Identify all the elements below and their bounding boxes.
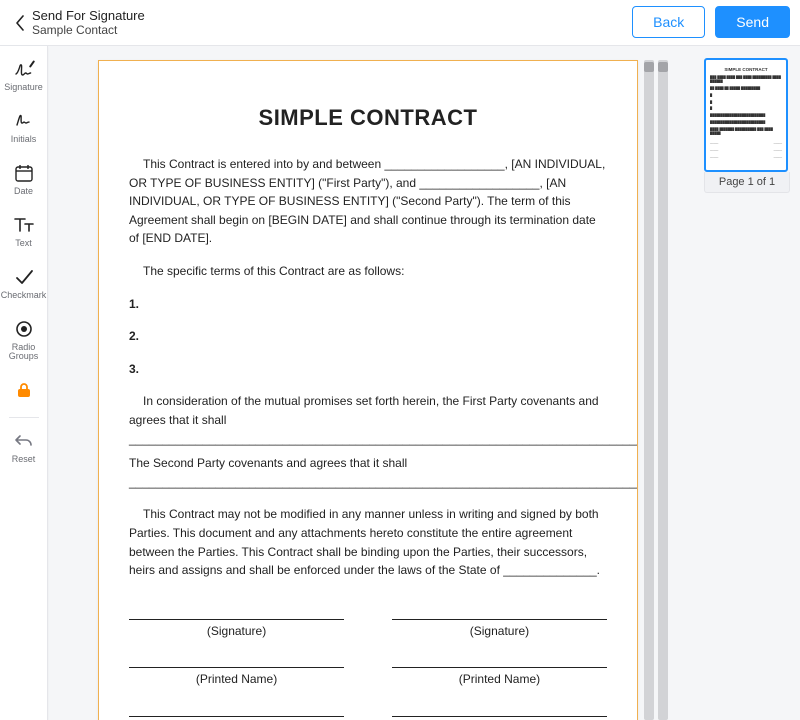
consideration-second: The Second Party covenants and agrees th… bbox=[129, 454, 607, 491]
signature-right-col: (Signature) bbox=[392, 608, 607, 641]
tool-reset[interactable]: Reset bbox=[1, 426, 47, 468]
signature-left-col: (Signature) bbox=[129, 608, 344, 641]
tool-date[interactable]: Date bbox=[1, 158, 47, 200]
document-title: SIMPLE CONTRACT bbox=[129, 105, 607, 131]
text-icon bbox=[13, 214, 35, 236]
tool-label: Reset bbox=[12, 455, 36, 464]
consideration-first: In consideration of the mutual promises … bbox=[129, 392, 607, 448]
printed-label: (Printed Name) bbox=[129, 670, 344, 689]
thumbnail-panel: SIMPLE CONTRACT ███ ████ ████ ███ ████ █… bbox=[704, 58, 790, 193]
back-icon[interactable] bbox=[10, 0, 30, 46]
signature-label: (Signature) bbox=[129, 622, 344, 641]
tool-label: Date bbox=[14, 187, 33, 196]
printed-row: (Printed Name) (Printed Name) bbox=[129, 656, 607, 689]
address-row: (Address) (Address) bbox=[129, 705, 607, 720]
document-canvas[interactable]: SIMPLE CONTRACT This Contract is entered… bbox=[48, 46, 800, 720]
lock-icon bbox=[13, 379, 35, 401]
thumbnail-caption: Page 1 of 1 bbox=[704, 172, 790, 193]
tool-label: Checkmark bbox=[1, 291, 47, 300]
tool-label: Signature bbox=[4, 83, 43, 92]
toolbar-divider bbox=[9, 417, 39, 418]
signature-icon bbox=[13, 58, 35, 80]
tool-initials[interactable]: Initials bbox=[1, 106, 47, 148]
tool-label: Radio Groups bbox=[1, 343, 47, 361]
header-actions: Back Send bbox=[632, 6, 790, 38]
page-thumbnail[interactable]: SIMPLE CONTRACT ███ ████ ████ ███ ████ █… bbox=[704, 58, 788, 172]
header-titles: Send For Signature Sample Contact bbox=[32, 8, 145, 38]
tool-lock-upgrade[interactable] bbox=[1, 375, 47, 405]
scrollbar-right[interactable] bbox=[658, 60, 668, 720]
checkmark-icon bbox=[13, 266, 35, 288]
term-3: 3. bbox=[129, 360, 607, 379]
printed-label: (Printed Name) bbox=[392, 670, 607, 689]
field-toolbar: Signature Initials Date Text Checkmark bbox=[0, 46, 48, 720]
signature-row: (Signature) (Signature) bbox=[129, 608, 607, 641]
calendar-icon bbox=[13, 162, 35, 184]
document-body: This Contract is entered into by and bet… bbox=[129, 155, 607, 720]
send-button[interactable]: Send bbox=[715, 6, 790, 38]
paragraph-intro: This Contract is entered into by and bet… bbox=[129, 155, 607, 248]
term-2: 2. bbox=[129, 327, 607, 346]
tool-signature[interactable]: Signature bbox=[1, 54, 47, 96]
term-1: 1. bbox=[129, 295, 607, 314]
document-page[interactable]: SIMPLE CONTRACT This Contract is entered… bbox=[98, 60, 638, 720]
header-title: Send For Signature bbox=[32, 8, 145, 24]
scrollbar-left[interactable] bbox=[644, 60, 654, 720]
tool-text[interactable]: Text bbox=[1, 210, 47, 252]
header-subtitle: Sample Contact bbox=[32, 23, 145, 37]
modification-clause: This Contract may not be modified in any… bbox=[129, 505, 607, 579]
page-header: Send For Signature Sample Contact Back S… bbox=[0, 0, 800, 46]
signature-label: (Signature) bbox=[392, 622, 607, 641]
initials-icon bbox=[13, 110, 35, 132]
scroll-gutters[interactable] bbox=[644, 60, 668, 720]
back-button[interactable]: Back bbox=[632, 6, 705, 38]
tool-label: Text bbox=[15, 239, 32, 248]
undo-icon bbox=[13, 430, 35, 452]
radio-icon bbox=[13, 318, 35, 340]
tool-label: Initials bbox=[11, 135, 37, 144]
tool-radio-groups[interactable]: Radio Groups bbox=[1, 314, 47, 365]
tool-checkmark[interactable]: Checkmark bbox=[1, 262, 47, 304]
terms-intro: The specific terms of this Contract are … bbox=[129, 262, 607, 281]
